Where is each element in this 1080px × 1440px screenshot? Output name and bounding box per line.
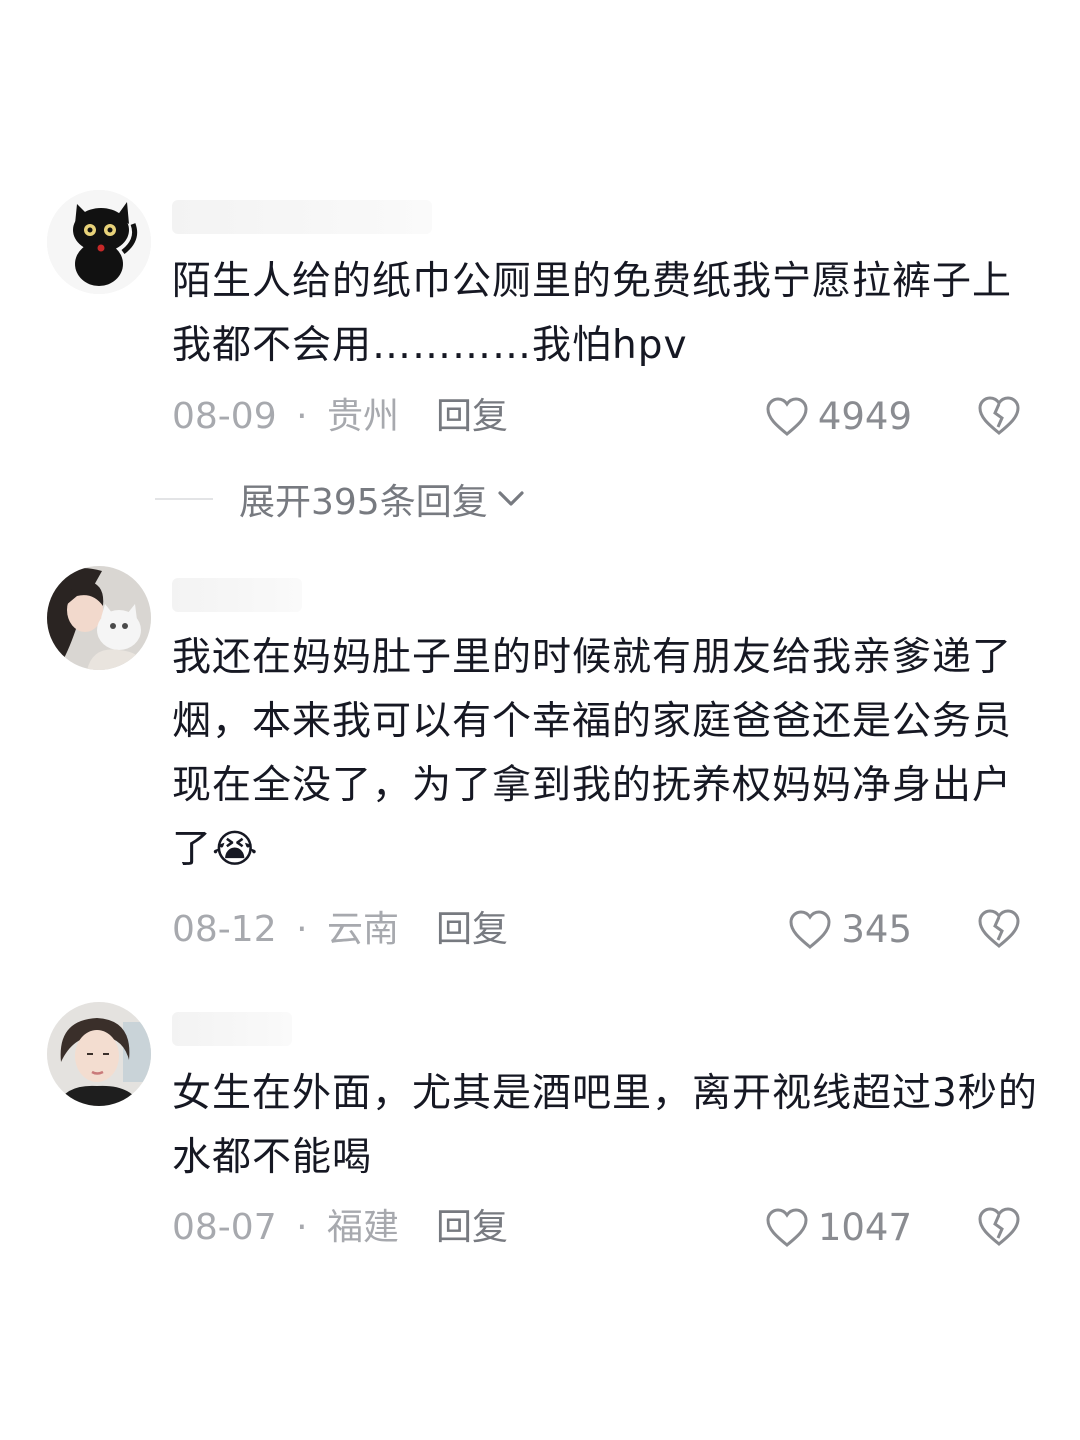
separator: · (296, 396, 308, 437)
broken-heart-icon (978, 396, 1020, 435)
avatar[interactable] (47, 566, 151, 670)
comment-text: 陌生人给的纸巾公厕里的免费纸我宁愿拉裤子上我都不会用…………我怕hpv (172, 259, 1013, 368)
avatar[interactable] (47, 190, 151, 294)
divider-line (155, 498, 213, 500)
broken-heart-icon (978, 909, 1020, 948)
heart-icon (789, 910, 831, 949)
separator: · (296, 1207, 308, 1248)
woman-portrait-avatar-icon (47, 1002, 151, 1106)
heart-icon (766, 1208, 808, 1247)
comment-meta: 08-12 · 云南 回复 345 (172, 905, 1032, 955)
girl-with-cat-avatar-icon (47, 566, 151, 670)
like-button[interactable]: 345 (787, 905, 912, 955)
date-location: 08-07 · 福建 (172, 1203, 399, 1253)
username-placeholder[interactable] (172, 200, 432, 234)
dislike-button[interactable] (976, 394, 1022, 452)
dislike-button[interactable] (976, 1205, 1022, 1263)
date-location: 08-12 · 云南 (172, 905, 399, 955)
comment-date: 08-12 (172, 909, 277, 950)
like-count: 4949 (817, 395, 912, 438)
broken-heart-icon (978, 1207, 1020, 1246)
comment-location: 福建 (326, 1207, 399, 1248)
separator: · (296, 909, 308, 950)
like-button[interactable]: 1047 (764, 1203, 912, 1253)
chevron-down-icon (498, 491, 524, 506)
like-count: 1047 (817, 1206, 912, 1249)
comment-date: 08-09 (172, 396, 277, 437)
comment-date: 08-07 (172, 1207, 277, 1248)
comment-location: 云南 (326, 909, 399, 950)
avatar[interactable] (47, 1002, 151, 1106)
comment-text: 我还在妈妈肚子里的时候就有朋友给我亲爹递了烟，本来我可以有个幸福的家庭爸爸还是公… (172, 635, 1013, 872)
comment-text: 女生在外面，尤其是酒吧里，离开视线超过3秒的水都不能喝 (172, 1071, 1038, 1180)
expand-replies-button[interactable]: 展开395条回复 (155, 474, 526, 524)
black-cat-avatar-icon (47, 190, 151, 294)
reply-button[interactable]: 回复 (436, 905, 508, 955)
username-placeholder[interactable] (172, 1012, 292, 1046)
dislike-button[interactable] (976, 907, 1022, 965)
date-location: 08-09 · 贵州 (172, 392, 399, 442)
like-button[interactable]: 4949 (764, 392, 912, 442)
expand-replies-label: 展开395条回复 (239, 482, 488, 523)
reply-button[interactable]: 回复 (436, 392, 508, 442)
comment-location: 贵州 (326, 396, 399, 437)
username-placeholder[interactable] (172, 578, 302, 612)
heart-icon (766, 397, 808, 436)
like-count: 345 (841, 908, 912, 951)
comment-meta: 08-09 · 贵州 回复 4949 (172, 392, 1032, 442)
comment-meta: 08-07 · 福建 回复 1047 (172, 1203, 1032, 1253)
reply-button[interactable]: 回复 (436, 1203, 508, 1253)
